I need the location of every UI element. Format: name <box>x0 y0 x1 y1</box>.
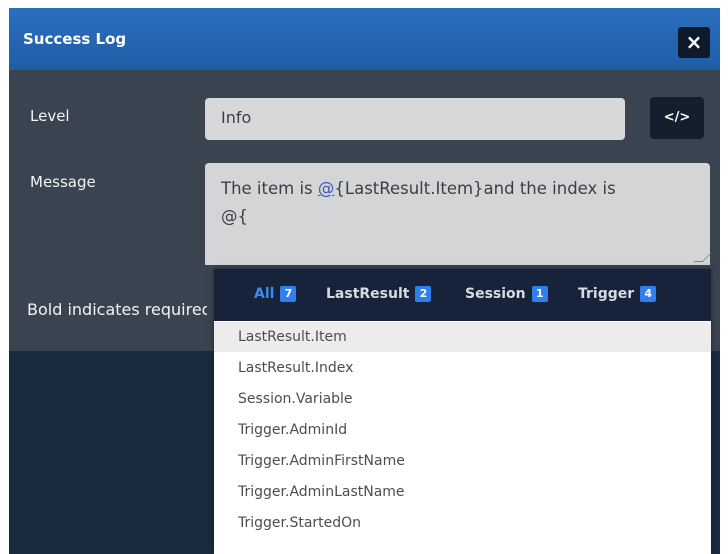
tab-session-label: Session <box>465 286 526 302</box>
required-help-text: Bold indicates required <box>27 300 207 319</box>
dialog-title: Success Log <box>23 30 127 48</box>
tab-all[interactable]: All 7 <box>254 286 297 302</box>
message-label: Message <box>30 173 96 191</box>
close-button[interactable]: × <box>678 27 710 58</box>
tab-all-count-badge: 7 <box>280 286 297 302</box>
tab-trigger[interactable]: Trigger 4 <box>578 286 657 302</box>
tab-lastresult[interactable]: LastResult 2 <box>326 286 432 302</box>
autocomplete-dropdown: All 7 LastResult 2 Session 1 Trigger 4 LastR… <box>214 269 711 554</box>
tab-trigger-count-badge: 4 <box>640 286 657 302</box>
tab-session-count-badge: 1 <box>531 286 548 302</box>
tab-session[interactable]: Session 1 <box>465 286 548 302</box>
tab-lastresult-label: LastResult <box>326 286 410 302</box>
autocomplete-tabs: All 7 LastResult 2 Session 1 Trigger 4 <box>214 269 711 321</box>
message-line-2: @{ <box>221 207 248 226</box>
suggestion-item[interactable]: LastResult.Index <box>214 353 711 383</box>
suggestion-item[interactable]: Trigger.AdminLastName <box>214 477 711 507</box>
suggestion-item[interactable]: Session.Variable <box>214 384 711 414</box>
message-token-rest: {LastResult.Item} <box>334 179 484 198</box>
message-suffix: and the index is <box>483 179 616 198</box>
tab-all-label: All <box>254 286 275 302</box>
tab-lastresult-count-badge: 2 <box>415 286 432 302</box>
level-field[interactable]: Info <box>205 98 625 140</box>
suggestion-item[interactable]: Trigger.StartedOn <box>214 508 711 538</box>
level-label: Level <box>30 107 70 125</box>
resize-grip-icon[interactable] <box>693 253 712 262</box>
suggestion-item[interactable]: Trigger.AdminId <box>214 415 711 445</box>
message-textarea[interactable]: The item is @{LastResult.Item}and the in… <box>205 163 712 265</box>
code-toggle-button[interactable]: </> <box>650 97 704 139</box>
close-icon: × <box>685 30 703 54</box>
message-prefix: The item is <box>221 179 318 198</box>
suggestion-item[interactable]: Trigger.AdminFirstName <box>214 446 711 476</box>
tab-trigger-label: Trigger <box>578 286 635 302</box>
code-icon: </> <box>663 110 691 125</box>
dialog-titlebar: Success Log × <box>9 8 720 70</box>
suggestion-item[interactable]: LastResult.Item <box>214 322 711 352</box>
level-value: Info <box>221 108 252 127</box>
message-token-at: @ <box>317 179 335 198</box>
